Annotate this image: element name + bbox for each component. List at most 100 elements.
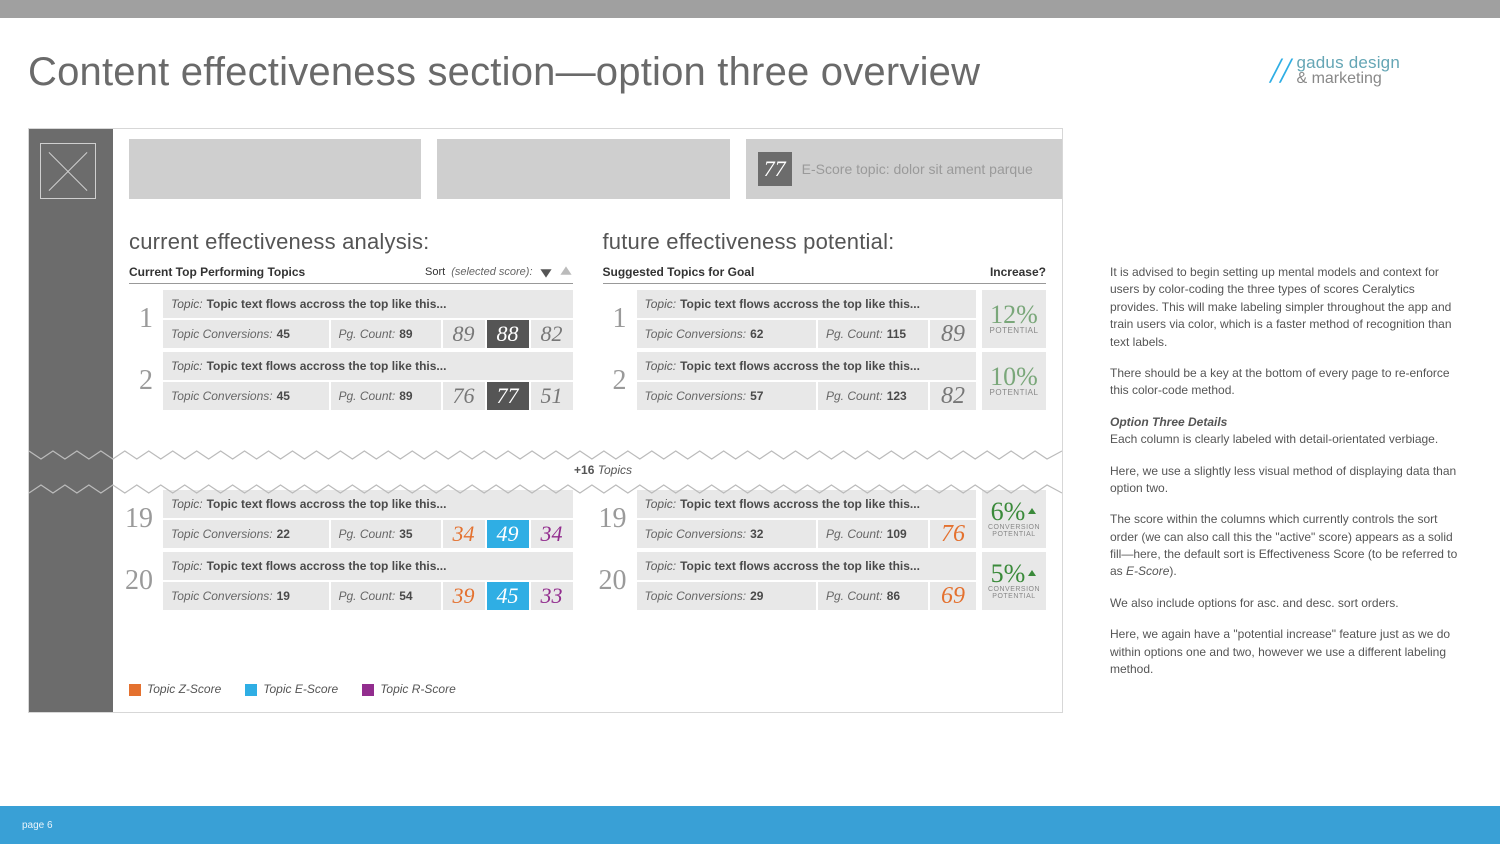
topic-text: Topic text flows accross the top like th… <box>680 297 920 311</box>
conv-label: Topic Conversions: <box>645 589 747 603</box>
topic-prefix: Topic: <box>645 559 677 573</box>
note-p4: Here, we use a slightly less visual meth… <box>1110 463 1460 498</box>
top-grey-bar <box>0 0 1500 18</box>
conv-label: Topic Conversions: <box>171 389 273 403</box>
sort-asc-icon[interactable] <box>559 265 573 279</box>
conv-label: Topic Conversions: <box>645 327 747 341</box>
conv-value: 19 <box>277 589 290 603</box>
note-p6: We also include options for asc. and des… <box>1110 595 1460 612</box>
arrow-up-icon <box>1027 507 1037 517</box>
z-score: 76 <box>443 382 485 410</box>
note-h3: Option Three Details <box>1110 415 1227 429</box>
brand-slashes-icon: // <box>1270 56 1290 85</box>
table-row: 19 Topic: Topic text flows accross the t… <box>129 490 573 548</box>
sort-label: Sort <box>425 266 445 278</box>
conv-label: Topic Conversions: <box>645 527 747 541</box>
escore-chip: 77 <box>758 152 792 186</box>
future-rows: 1 Topic: Topic text flows accross the to… <box>603 290 1047 610</box>
topic-prefix: Topic: <box>645 359 677 373</box>
table-row: 2 Topic: Topic text flows accross the to… <box>129 352 573 410</box>
table-row: 1 Topic: Topic text flows accross the to… <box>129 290 573 348</box>
topic-text: Topic text flows accross the top like th… <box>207 497 447 511</box>
table-row: 20 Topic: Topic text flows accross the t… <box>129 552 573 610</box>
potential-label: POTENTIAL <box>990 326 1039 335</box>
note-p7: Here, we again have a "potential increas… <box>1110 626 1460 678</box>
conv-value: 32 <box>750 527 763 541</box>
pg-label: Pg. Count: <box>339 589 396 603</box>
potential-pct: 10% <box>990 365 1038 388</box>
brand-line1: gadus design <box>1296 54 1400 71</box>
e-score: 88 <box>487 320 529 348</box>
topic-text: Topic text flows accross the top like th… <box>207 559 447 573</box>
current-rows: 1 Topic: Topic text flows accross the to… <box>129 290 573 610</box>
sort-control[interactable]: Sort (selected score): <box>425 265 573 279</box>
potential-cell: 5% CONVERSION POTENTIAL <box>982 552 1046 610</box>
legend-z-swatch-icon <box>129 684 141 696</box>
potential-cell: 6% CONVERSION POTENTIAL <box>982 490 1046 548</box>
topic-text: Topic text flows accross the top like th… <box>207 359 447 373</box>
pg-label: Pg. Count: <box>339 327 396 341</box>
z-score: 89 <box>443 320 485 348</box>
legend-z-label: Topic Z-Score <box>147 682 221 696</box>
table-row: 19 Topic: Topic text flows accross the t… <box>603 490 1047 548</box>
wireframe-panel: 77 E-Score topic: dolor sit ament parque… <box>28 128 1063 713</box>
topic-text: Topic text flows accross the top like th… <box>680 559 920 573</box>
topic-prefix: Topic: <box>645 497 677 511</box>
potential-cell: 12% POTENTIAL <box>982 290 1046 348</box>
topic-prefix: Topic: <box>171 297 203 311</box>
kpi-placeholder-1 <box>129 139 421 199</box>
note-p3: Each column is clearly labeled with deta… <box>1110 432 1438 446</box>
future-header-label: Suggested Topics for Goal <box>603 265 755 279</box>
pg-value: 115 <box>887 327 906 341</box>
conv-value: 62 <box>750 327 763 341</box>
pg-label: Pg. Count: <box>826 589 883 603</box>
topic-text: Topic text flows accross the top like th… <box>207 297 447 311</box>
rank: 2 <box>603 352 631 410</box>
commentary: It is advised to begin setting up mental… <box>1110 264 1460 692</box>
conv-value: 29 <box>750 589 763 603</box>
pg-value: 123 <box>887 389 907 403</box>
table-row: 20 Topic: Topic text flows accross the t… <box>603 552 1047 610</box>
rank: 20 <box>603 552 631 610</box>
conv-label: Topic Conversions: <box>171 527 273 541</box>
e-score: 89 <box>930 320 976 348</box>
rank: 20 <box>129 552 157 610</box>
topic-prefix: Topic: <box>171 359 203 373</box>
pg-value: 89 <box>399 327 412 341</box>
e-score: 69 <box>930 582 976 610</box>
current-header-label: Current Top Performing Topics <box>129 265 305 279</box>
legend-r-label: Topic R-Score <box>380 682 456 696</box>
rank: 1 <box>603 290 631 348</box>
pg-label: Pg. Count: <box>826 527 883 541</box>
kpi-placeholder-2 <box>437 139 729 199</box>
table-row: 1 Topic: Topic text flows accross the to… <box>603 290 1047 348</box>
potential-label: POTENTIAL <box>990 388 1039 397</box>
conv-value: 57 <box>750 389 763 403</box>
e-score: 49 <box>487 520 529 548</box>
current-heading: current effectiveness analysis: <box>129 229 573 255</box>
future-heading: future effectiveness potential: <box>603 229 1047 255</box>
sort-desc-icon[interactable] <box>539 265 553 279</box>
pg-value: 89 <box>399 389 412 403</box>
note-p5b: E-Score <box>1126 564 1169 578</box>
legend-e-label: Topic E-Score <box>263 682 338 696</box>
page-title: Content effectiveness section—option thr… <box>28 50 980 95</box>
note-p2: There should be a key at the bottom of e… <box>1110 365 1460 400</box>
page-number: page 6 <box>22 820 53 831</box>
pg-label: Pg. Count: <box>339 527 396 541</box>
topic-prefix: Topic: <box>171 559 203 573</box>
topic-text: Topic text flows accross the top like th… <box>680 497 920 511</box>
kpi-escore-tile: 77 E-Score topic: dolor sit ament parque <box>746 139 1062 199</box>
e-score: 76 <box>930 520 976 548</box>
pg-label: Pg. Count: <box>826 327 883 341</box>
r-score: 51 <box>531 382 573 410</box>
r-score: 34 <box>531 520 573 548</box>
rank: 1 <box>129 290 157 348</box>
note-p5c: ). <box>1169 564 1176 578</box>
e-score: 77 <box>487 382 529 410</box>
escore-label: E-Score topic: dolor sit ament parque <box>802 161 1033 177</box>
future-potential-column: future effectiveness potential: Suggeste… <box>603 229 1047 702</box>
legend-e-swatch-icon <box>245 684 257 696</box>
r-score: 33 <box>531 582 573 610</box>
kpi-tiles: 77 E-Score topic: dolor sit ament parque <box>129 139 1062 199</box>
